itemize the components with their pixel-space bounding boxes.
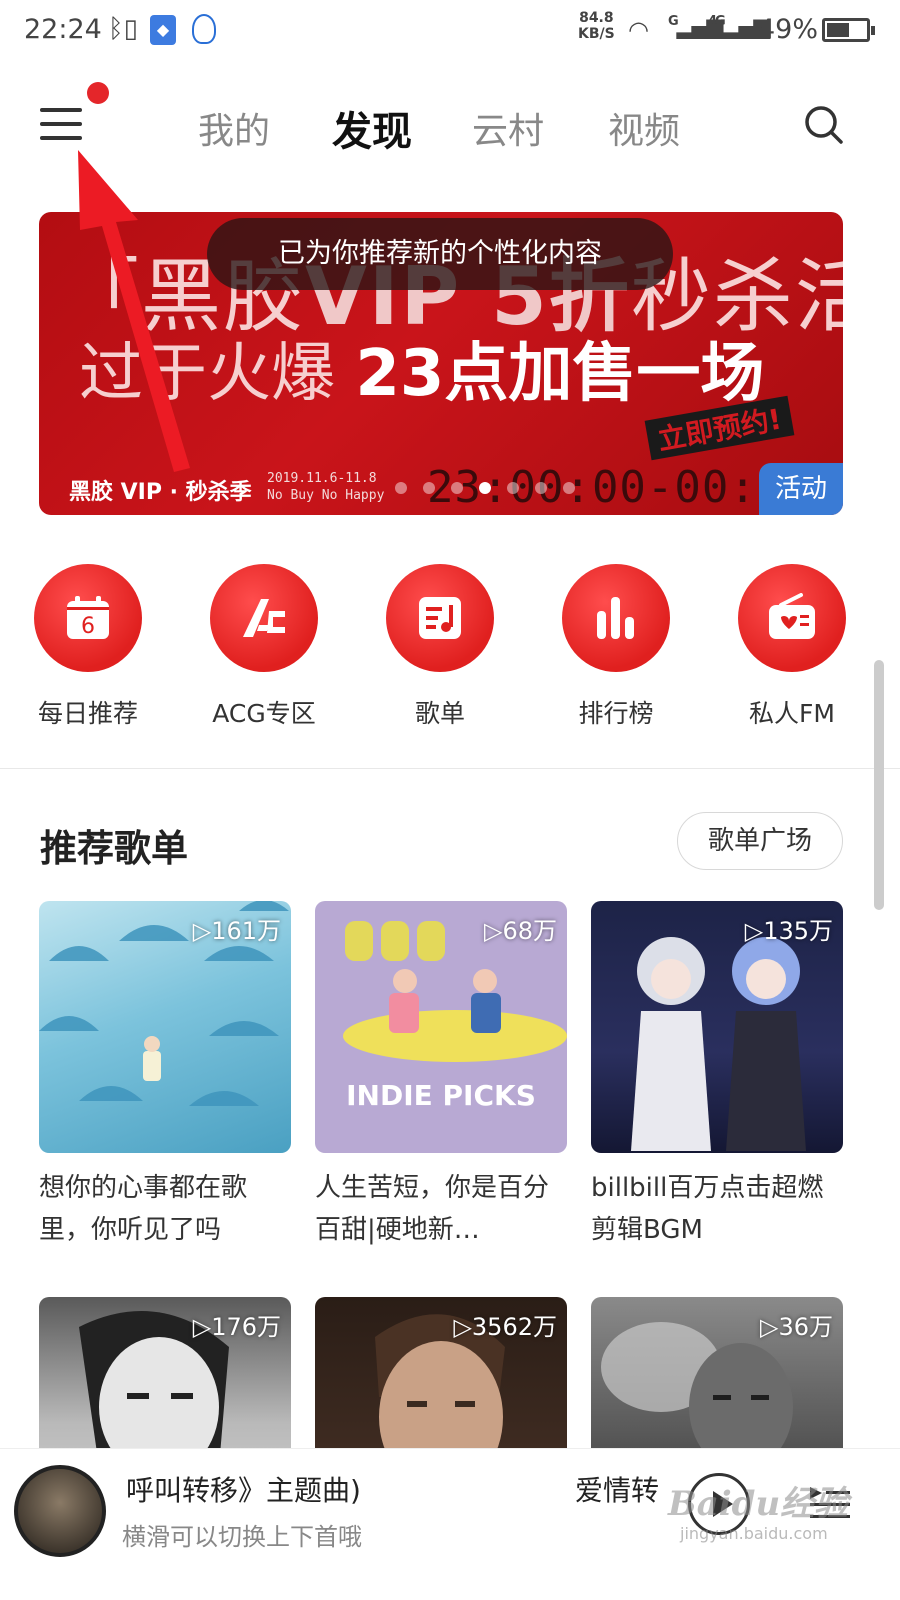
qq-icon xyxy=(192,14,216,44)
daily-recommend-circle: 6 xyxy=(34,564,142,672)
menu-icon[interactable] xyxy=(40,106,82,142)
banner-slogan: No Buy No Happy xyxy=(267,488,385,503)
status-bar: 22:24 ᛒ▯ ◆ 84.8 KB/S ◠ G▂▄▆ 4G▂▄▆ 49% xyxy=(0,0,900,62)
network-speed-value: 84.8 xyxy=(579,10,614,26)
section-divider xyxy=(0,768,900,769)
album-art[interactable] xyxy=(14,1465,106,1557)
playlist-cover: ▷161万 xyxy=(39,901,291,1153)
notification-dot xyxy=(87,82,109,104)
shield-icon: ◆ xyxy=(150,15,176,45)
charts-circle xyxy=(562,564,670,672)
pager-dot xyxy=(395,482,407,494)
now-playing-hint: 横滑可以切换上下首哦 xyxy=(122,1523,362,1551)
network-speed: 84.8 KB/S xyxy=(578,10,615,42)
pager-dot xyxy=(535,482,547,494)
signal1-label: G xyxy=(668,14,679,29)
search-icon[interactable] xyxy=(804,105,844,145)
playlist-circle xyxy=(386,564,494,672)
tab-discover[interactable]: 发现 xyxy=(332,99,412,157)
wifi-icon: ◠ xyxy=(628,16,649,44)
pager-dot xyxy=(451,482,463,494)
quick-label: ACG专区 xyxy=(212,699,316,728)
section-title: 推荐歌单 xyxy=(40,827,188,870)
quick-charts[interactable]: 排行榜 xyxy=(561,564,671,728)
playlist-title: 想你的心事都在歌里，你听见了吗 xyxy=(39,1173,248,1245)
playlist-title: 人生苦短，你是百分百甜|硬地新… xyxy=(315,1173,550,1245)
pager-dot xyxy=(423,482,435,494)
playlist-cover: ▷135万 xyxy=(591,901,843,1153)
network-speed-unit: KB/S xyxy=(578,26,615,42)
playlist-card[interactable]: INDIE PICKS ▷68万 人生苦短，你是百分百甜|硬地新… xyxy=(315,901,567,1251)
banner-pager-dots xyxy=(395,482,575,494)
acg-circle xyxy=(210,564,318,672)
playlist-title: billbill百万点击超燃剪辑BGM xyxy=(591,1173,824,1245)
playlist-card[interactable]: ▷135万 billbill百万点击超燃剪辑BGM xyxy=(591,901,843,1251)
fm-circle xyxy=(738,564,846,672)
annotation-arrow-icon xyxy=(78,150,190,472)
playlist-square-button[interactable]: 歌单广场 xyxy=(677,812,843,870)
banner-subheadline-b: 23点加售一场 xyxy=(355,337,765,411)
play-count: ▷135万 xyxy=(744,917,833,945)
scrollbar-handle[interactable] xyxy=(874,660,884,910)
quick-private-fm[interactable]: 私人FM xyxy=(737,564,847,728)
quick-playlists[interactable]: 歌单 xyxy=(385,564,495,728)
next-song-title: 爱情转 xyxy=(575,1474,660,1507)
pager-dot xyxy=(563,482,575,494)
battery-percent: 49% xyxy=(758,14,819,45)
tab-mine[interactable]: 我的 xyxy=(198,102,270,154)
quick-label: 排行榜 xyxy=(578,699,654,728)
play-count: ▷3562万 xyxy=(453,1313,557,1341)
quick-label: 私人FM xyxy=(749,699,835,728)
radio-icon xyxy=(769,593,815,639)
battery-icon xyxy=(822,18,875,42)
svg-text:INDIE PICKS: INDIE PICKS xyxy=(346,1079,536,1112)
playlist-cover: INDIE PICKS ▷68万 xyxy=(315,901,567,1153)
baidu-watermark-url: jingyan.baidu.com xyxy=(680,1524,828,1543)
pager-dot xyxy=(507,482,519,494)
signal2-label: 4G xyxy=(708,14,726,29)
baidu-watermark: Baidu经验 xyxy=(668,1484,849,1524)
quick-label: 每日推荐 xyxy=(37,699,139,728)
status-time: 22:24 xyxy=(24,14,102,45)
play-count: ▷176万 xyxy=(192,1313,281,1341)
tab-cloud-village[interactable]: 云村 xyxy=(472,102,544,154)
banner-date-range: 2019.11.6-11.8 xyxy=(267,471,377,486)
playlist-card[interactable]: ▷161万 想你的心事都在歌里，你听见了吗 xyxy=(39,901,291,1251)
banner-type-tag: 活动 xyxy=(759,463,843,515)
playlist-icon xyxy=(419,597,461,639)
now-playing-title: 呼叫转移》主题曲) xyxy=(126,1474,361,1507)
chart-bars-icon xyxy=(597,597,634,639)
tab-video[interactable]: 视频 xyxy=(608,102,680,154)
pager-dot-active xyxy=(479,482,491,494)
play-count: ▷36万 xyxy=(760,1313,833,1341)
calendar-day: 6 xyxy=(81,614,95,639)
quick-label: 歌单 xyxy=(414,699,466,728)
quick-acg-zone[interactable]: ACG专区 xyxy=(209,564,319,728)
bluetooth-icon: ᛒ▯ xyxy=(108,14,138,44)
acg-icon xyxy=(243,599,285,637)
quick-daily-recommend[interactable]: 6 每日推荐 xyxy=(33,564,143,728)
banner-date: 2019.11.6-11.8 No Buy No Happy xyxy=(267,470,384,504)
play-count: ▷68万 xyxy=(484,917,557,945)
play-count: ▷161万 xyxy=(192,917,281,945)
recommend-toast: 已为你推荐新的个性化内容 xyxy=(207,218,673,290)
